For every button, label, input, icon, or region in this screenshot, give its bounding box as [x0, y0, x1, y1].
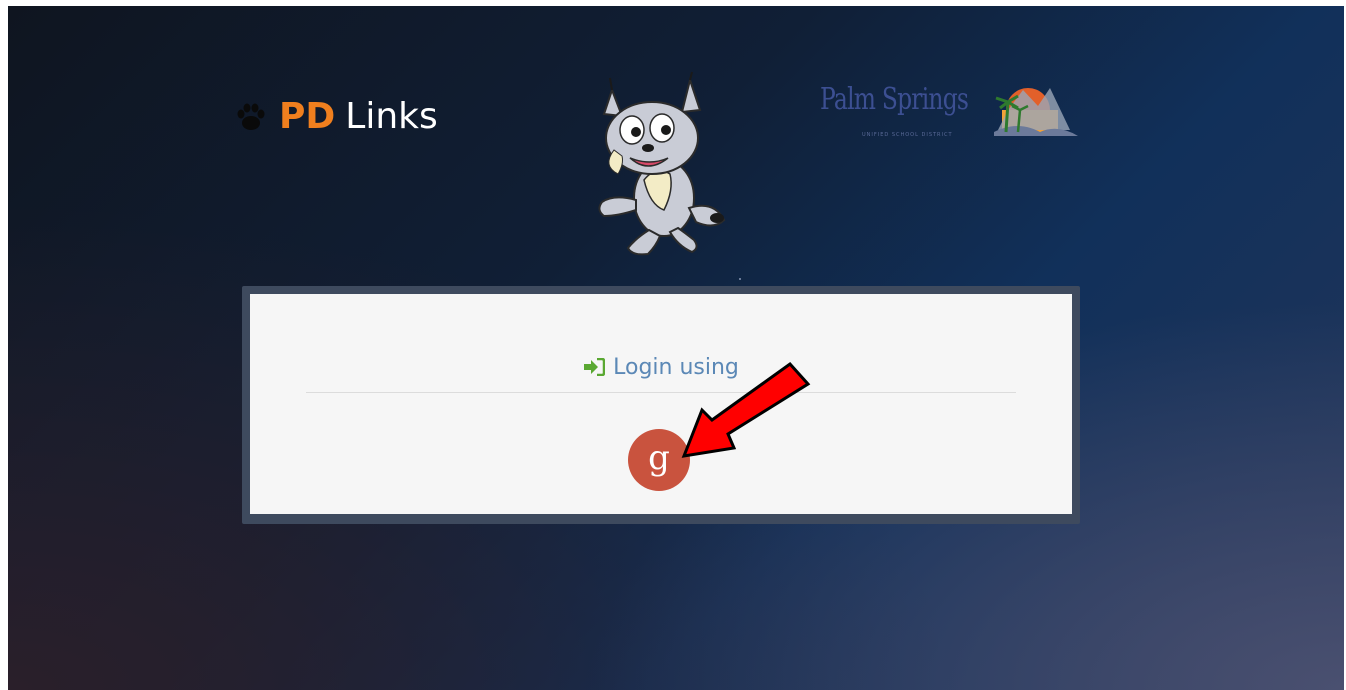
sign-in-icon	[584, 358, 606, 376]
district-logo: Palm Springs UNIFIED SCHOOL DISTRICT	[818, 80, 1078, 150]
divider	[306, 392, 1016, 393]
brand-prefix: PD	[279, 96, 336, 137]
red-arrow	[681, 362, 811, 458]
sunset-palm-icon	[994, 88, 1078, 136]
decorative-speck	[739, 278, 741, 280]
district-name: Palm Springs	[820, 82, 969, 117]
google-icon: g	[648, 438, 670, 478]
brand-suffix: Links	[345, 96, 438, 137]
login-card: Login using g	[250, 294, 1072, 514]
brand-logo[interactable]: PD Links	[233, 92, 438, 142]
district-subtitle: UNIFIED SCHOOL DISTRICT	[862, 132, 953, 138]
bobcat-mascot	[598, 71, 726, 256]
paw-icon	[237, 103, 265, 130]
login-heading: Login using	[250, 352, 1072, 382]
